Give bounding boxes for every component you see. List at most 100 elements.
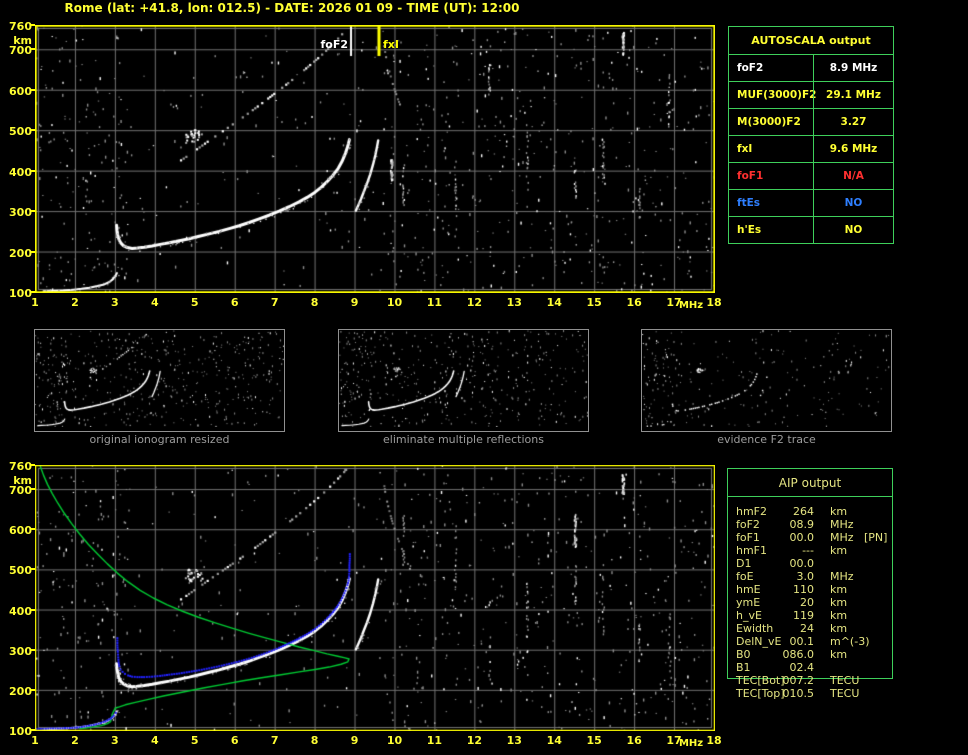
x-tick-10: 10: [386, 734, 403, 747]
autoscala-row-hEs: h'Es NO: [729, 216, 893, 243]
autoscala-window: Rome (lat: +41.8, lon: 012.5) - DATE: 20…: [0, 0, 968, 755]
aip-row-extra: [PN]: [864, 531, 888, 544]
aip-row-value: ---: [802, 544, 814, 557]
x-tick-8: 8: [310, 734, 319, 747]
aip-row-unit: km: [830, 583, 848, 596]
y-tick-700: 700: [9, 44, 32, 58]
autoscala-row-label: MUF(3000)F2: [737, 89, 817, 101]
aip-row-label: D1: [736, 557, 752, 570]
y-tick-mark-200: [31, 250, 35, 253]
aip-row-label: hmF2: [736, 505, 768, 518]
autoscala-row-label: foF2: [737, 62, 764, 74]
y-tick-500: 500: [9, 564, 32, 578]
autoscala-row-label: ftEs: [737, 197, 761, 209]
aip-row-value: 00.0: [789, 557, 815, 570]
y-tick-700: 700: [9, 484, 32, 498]
thumbnail-original-canvas: [35, 330, 284, 427]
x-tick-13: 13: [506, 734, 522, 747]
aip-row-hvE: h_vE 119 km: [728, 609, 892, 622]
x-tick-4: 4: [150, 734, 159, 747]
autoscala-row-ftEs: ftEs NO: [729, 189, 893, 216]
autoscala-row-fxI: fxI 9.6 MHz: [729, 135, 893, 162]
autoscala-row-value: 8.9 MHz: [813, 55, 893, 81]
y-tick-300: 300: [9, 206, 32, 220]
aip-row-label: foF2: [736, 518, 760, 531]
autoscala-row-label: h'Es: [737, 224, 762, 236]
x-tick-11: 11: [426, 734, 443, 747]
x-tick-4: 4: [150, 296, 159, 309]
x-axis-unit: MHz: [678, 300, 704, 311]
aip-row-label: B1: [736, 661, 751, 674]
y-tick-mark-700: [31, 48, 35, 51]
x-tick-12: 12: [466, 296, 482, 309]
autoscala-row-label: M(3000)F2: [737, 116, 801, 128]
aip-row-value: 007.2: [782, 674, 815, 687]
aip-row-value: 24: [800, 622, 814, 635]
aip-row-hmF1: hmF1 --- km: [728, 544, 892, 557]
x-tick-1: 1: [31, 734, 39, 747]
aip-row-value: 00.1: [789, 635, 815, 648]
aip-row-foF1: foF1 00.0 MHz [PN]: [728, 531, 892, 544]
aip-row-unit: km: [830, 596, 848, 609]
x-tick-5: 5: [190, 734, 199, 747]
thumbnail-f2-trace: [641, 329, 892, 432]
aip-row-TECTop: TEC[Top] 010.5 TECU: [728, 687, 892, 700]
autoscala-row-value: N/A: [813, 163, 893, 189]
x-tick-13: 13: [506, 296, 522, 309]
y-tick-mark-300: [31, 210, 35, 213]
x-tick-14: 14: [546, 734, 562, 747]
aip-row-value: 264: [793, 505, 814, 518]
aip-row-value: 086.0: [782, 648, 815, 661]
x-tick-10: 10: [386, 296, 403, 309]
fxi-marker-label: fxI: [383, 38, 399, 51]
y-tick-400: 400: [9, 165, 32, 179]
aip-row-label: hmF1: [736, 544, 768, 557]
y-tick-mark-500: [31, 129, 35, 132]
x-tick-9: 9: [350, 734, 359, 747]
aip-row-unit: km: [830, 505, 848, 518]
x-tick-6: 6: [230, 734, 239, 747]
y-tick-mark-600: [31, 528, 35, 531]
x-tick-18: 18: [706, 734, 722, 747]
autoscala-row-foF2: foF2 8.9 MHz: [729, 55, 893, 81]
aip-rows: hmF2 264 km foF2 08.9 MHz foF1 00.0 MHz [PN] hmF1 -…: [728, 505, 892, 700]
thumbnail-multiple-reflections-canvas: [339, 330, 588, 427]
aip-row-label: B0: [736, 648, 751, 661]
aip-row-value: 010.5: [782, 687, 815, 700]
aip-row-foE: foE 3.0 MHz: [728, 570, 892, 583]
x-tick-7: 7: [270, 296, 279, 309]
thumbnail-caption-reflections: eliminate multiple reflections: [383, 433, 544, 446]
aip-row-label: Ewidth: [736, 622, 774, 635]
thumbnail-multiple-reflections: [338, 329, 589, 432]
aip-row-value: 110: [793, 583, 814, 596]
autoscala-row-label: foF1: [737, 170, 764, 182]
y-tick-mark-700: [31, 488, 35, 491]
aip-row-Ewidth: Ewidth 24 km: [728, 622, 892, 635]
x-axis-unit: MHz: [678, 738, 704, 749]
y-tick-mark-400: [31, 608, 35, 611]
aip-row-value: 02.4: [789, 661, 815, 674]
aip-row-unit: m^(-3): [830, 635, 870, 648]
y-tick-mark-300: [31, 648, 35, 651]
thumbnail-caption-f2: evidence F2 trace: [717, 433, 816, 446]
aip-row-unit: km: [830, 544, 848, 557]
aip-row-B0: B0 086.0 km: [728, 648, 892, 661]
x-tick-6: 6: [230, 296, 239, 309]
x-tick-15: 15: [586, 734, 602, 747]
y-tick-400: 400: [9, 604, 32, 618]
aip-row-label: DelN_vE: [736, 635, 782, 648]
x-tick-16: 16: [626, 734, 642, 747]
aip-row-hmE: hmE 110 km: [728, 583, 892, 596]
aip-row-value: 119: [793, 609, 814, 622]
x-tick-2: 2: [71, 296, 79, 309]
x-tick-14: 14: [546, 296, 562, 309]
aip-row-unit: MHz: [830, 518, 854, 531]
aip-row-label: foF1: [736, 531, 760, 544]
aip-row-foF2: foF2 08.9 MHz: [728, 518, 892, 531]
thumbnail-original-ionogram: [34, 329, 285, 432]
y-tick-200: 200: [9, 684, 32, 698]
autoscala-row-M3000F2: M(3000)F2 3.27: [729, 108, 893, 135]
autoscala-row-foF1: foF1 N/A: [729, 162, 893, 189]
aip-row-B1: B1 02.4: [728, 661, 892, 674]
y-tick-mark-500: [31, 568, 35, 571]
